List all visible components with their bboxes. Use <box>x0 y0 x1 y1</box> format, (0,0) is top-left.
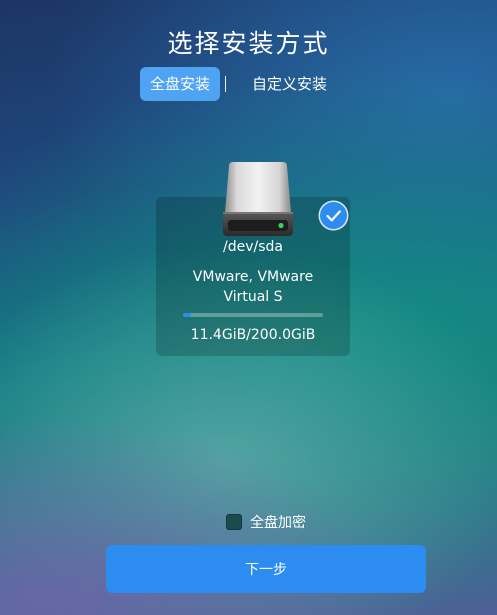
full-disk-encryption-option[interactable]: 全盘加密 <box>226 512 306 532</box>
tab-custom[interactable]: 自定义安装 <box>226 67 327 101</box>
next-button[interactable]: 下一步 <box>106 545 426 593</box>
encrypt-label: 全盘加密 <box>250 515 306 531</box>
disk-model: VMware, VMware Virtual S <box>156 267 350 307</box>
disk-usage-bar <box>183 313 323 317</box>
install-mode-tabs: 全盘安装 自定义安装 <box>140 67 327 101</box>
page-title: 选择安装方式 <box>167 29 330 58</box>
disk-path: /dev/sda <box>223 239 283 255</box>
encrypt-checkbox[interactable] <box>226 514 242 530</box>
hard-drive-icon <box>221 162 295 238</box>
tab-full-disk[interactable]: 全盘安装 <box>140 67 220 101</box>
disk-usage-fill <box>183 313 191 317</box>
disk-model-line2: Virtual S <box>223 289 283 305</box>
disk-size: 11.4GiB/200.0GiB <box>190 327 316 343</box>
disk-model-line1: VMware, VMware <box>192 269 314 285</box>
selected-check-icon <box>320 202 347 229</box>
